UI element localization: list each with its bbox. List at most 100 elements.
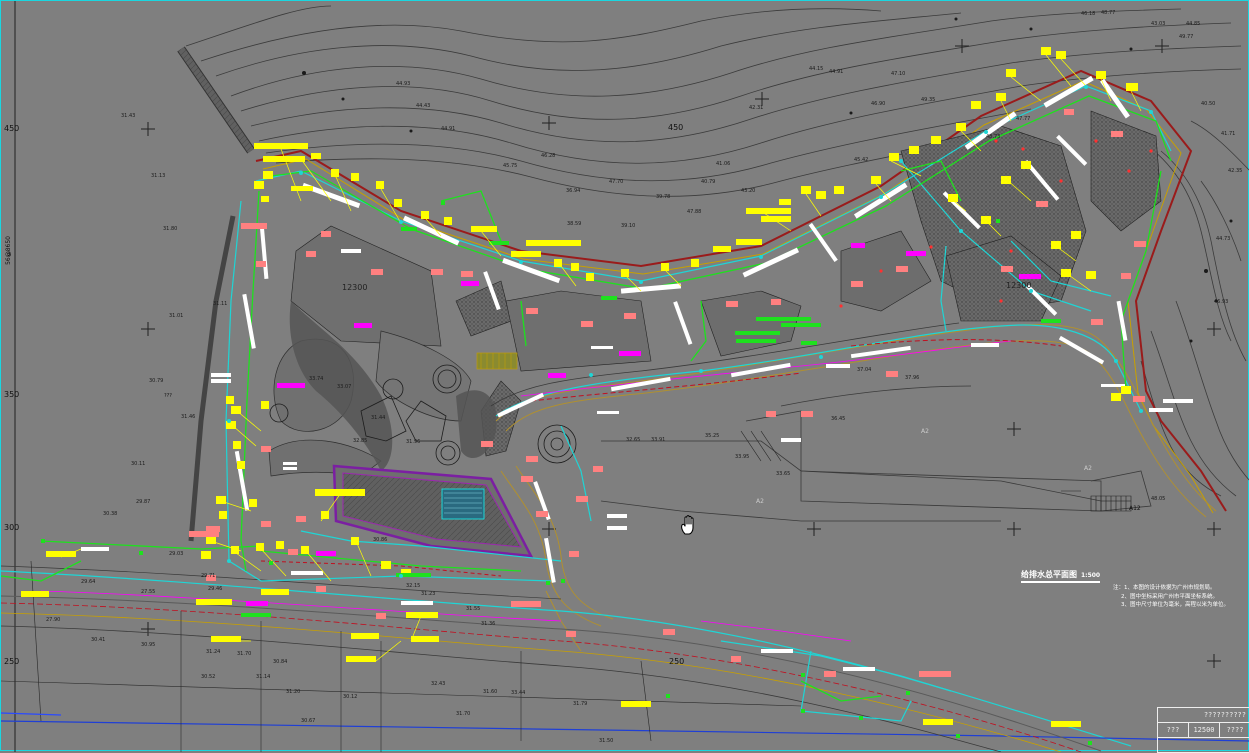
title-block-cell-1: ??? xyxy=(1158,723,1189,737)
spot-elevation: 48.73 xyxy=(986,134,1001,140)
contour-value: 45.75 xyxy=(503,163,518,169)
spot-elevation: 31.60 xyxy=(483,689,498,695)
spot-elevation: 30.12 xyxy=(343,694,358,700)
spot-elevation: 31.70 xyxy=(237,651,252,657)
spot-elevation: 46.90 xyxy=(871,101,886,107)
grid-tick: ??? xyxy=(164,393,172,399)
title-block-cell-3: ???? xyxy=(1226,726,1244,734)
spot-elevation: 38.59 xyxy=(567,221,582,227)
spot-elevation: 39.78 xyxy=(656,194,671,200)
spot-elevation: 33.91 xyxy=(651,437,666,443)
internal-roads xyxy=(495,323,1217,652)
spot-elevation: 31.80 xyxy=(163,226,178,232)
spot-elevation: 43.20 xyxy=(741,188,756,194)
site-plan-drawing[interactable] xyxy=(1,1,1249,752)
grid-marker-a12: A12 xyxy=(1129,505,1141,512)
spot-elevation: 33.44 xyxy=(511,690,526,696)
spot-elevation: 46.18 xyxy=(1081,11,1096,17)
spot-elevation: 30.38 xyxy=(103,511,118,517)
contour-value: 44.93 xyxy=(396,81,411,87)
blue-boundary-line xyxy=(1,712,62,716)
contour-value: 49.77 xyxy=(1179,34,1194,40)
spot-elevation: 44.85 xyxy=(1186,21,1201,27)
purple-building xyxy=(332,464,534,558)
spot-elevation: 46.93 xyxy=(1214,299,1229,305)
spot-elevation: 33.65 xyxy=(776,471,791,477)
spot-elevation: 47.10 xyxy=(891,71,906,77)
plan-title-text: 给排水总平面图 xyxy=(1021,570,1077,579)
plan-title-scale: 1:500 xyxy=(1081,572,1101,579)
spot-elevation: 29.64 xyxy=(81,579,96,585)
spot-elevation: 29.46 xyxy=(208,586,223,592)
cad-drawing-viewport[interactable]: 450 350 300 250 450 250 A12 56@8650 3 12… xyxy=(0,0,1249,753)
contour-value: 47.70 xyxy=(609,179,624,185)
spot-elevation: 29.71 xyxy=(201,573,216,579)
spot-elevation: 32.15 xyxy=(406,583,421,589)
title-block-cell-2: 12500 xyxy=(1189,723,1220,737)
grid-label-350-left: 350 xyxy=(4,390,20,399)
contour-value: 46.28 xyxy=(541,153,556,159)
spot-elevation: 27.90 xyxy=(46,617,61,623)
hand-cursor-icon xyxy=(681,515,694,535)
grid-label-450-left: 450 xyxy=(4,124,20,133)
spot-elevation: 36.45 xyxy=(831,416,846,422)
spot-elevation: 30.41 xyxy=(91,637,106,643)
spot-elevation: 31.55 xyxy=(466,606,481,612)
zone-label-2: A2 xyxy=(1084,465,1092,472)
spot-elevation: 29.87 xyxy=(136,499,151,505)
spot-elevation: 32.43 xyxy=(431,681,446,687)
note-line-2: 2、图中坐标采用广州市平面坐标系统。 xyxy=(1121,593,1219,600)
spot-elevation: 49.35 xyxy=(921,97,936,103)
title-block-row1: ?????????? xyxy=(1158,708,1249,723)
spot-elevation: 43.03 xyxy=(1151,21,1166,27)
spot-elevation: 44.15 xyxy=(809,66,824,72)
grid-label-450-top: 450 xyxy=(668,123,684,132)
spot-elevation: 30.52 xyxy=(201,674,216,680)
spot-elevation: 31.50 xyxy=(599,738,614,744)
spot-elevation: 37.04 xyxy=(857,367,872,373)
drawing-notes: 注：1、本图的设计依据为广州市规划局。 2、图中坐标采用广州市平面坐标系统。 3… xyxy=(1113,584,1229,610)
contour-value: 47.88 xyxy=(687,209,702,215)
spot-elevation: 31.24 xyxy=(206,649,221,655)
spot-elevation: 31.70 xyxy=(456,711,471,717)
orange-strip xyxy=(476,352,518,370)
title-block: ?????????? ??? 12500 ???? xyxy=(1157,707,1249,753)
spot-elevation: 31.36 xyxy=(481,621,496,627)
spot-elevation: 30.67 xyxy=(301,718,316,724)
spot-elevation: 30.11 xyxy=(131,461,146,467)
spot-elevation: 32.85 xyxy=(353,438,368,444)
spot-elevation: 29.03 xyxy=(169,551,184,557)
spot-elevation: 27.55 xyxy=(141,589,156,595)
spot-elevation: 31.96 xyxy=(406,439,421,445)
building-label-2: 12300 xyxy=(1006,281,1032,290)
spot-elevation: 42.31 xyxy=(749,105,764,111)
spot-elevation: 31.79 xyxy=(573,701,588,707)
spot-elevation: 37.96 xyxy=(905,375,920,381)
spot-elevation: 31.13 xyxy=(151,173,166,179)
spot-elevation: 48.05 xyxy=(1151,496,1166,502)
spot-elevation: 30.86 xyxy=(373,537,388,543)
grid-label-300-left: 300 xyxy=(4,523,20,532)
spot-elevation: 31.11 xyxy=(213,301,228,307)
grid-label-250-road: 250 xyxy=(669,657,685,666)
spot-elevation: 44.73 xyxy=(1216,236,1231,242)
spot-elevation: 40.79 xyxy=(701,179,716,185)
spot-elevation: 31.14 xyxy=(256,674,271,680)
stair-detail xyxy=(740,430,1132,512)
note-line-3: 3、图中尺寸单位为毫米，高程以米为单位。 xyxy=(1121,602,1230,608)
note-line-1: 注：1、本图的设计依据为广州市规划局。 xyxy=(1113,585,1216,591)
contour-value: 48.77 xyxy=(1101,10,1116,16)
plan-title: 给排水总平面图 1:500 xyxy=(1021,569,1101,583)
spot-elevation: 33.74 xyxy=(309,376,324,382)
spot-elevation: 47.77 xyxy=(1016,116,1031,122)
spot-elevation: 40.50 xyxy=(1201,101,1216,107)
left-coordinate: 3 xyxy=(7,251,11,258)
spot-elevation: 39.10 xyxy=(621,223,636,229)
spot-elevation: 42.35 xyxy=(1228,168,1243,174)
spot-elevation: 44.91 xyxy=(829,69,844,75)
title-block-row2: ??? 12500 ???? xyxy=(1158,723,1249,738)
spot-elevation: 31.20 xyxy=(286,689,301,695)
spot-elevation: 36.94 xyxy=(566,188,581,194)
pool-rect xyxy=(441,488,485,520)
spot-elevation: 31.01 xyxy=(169,313,184,319)
